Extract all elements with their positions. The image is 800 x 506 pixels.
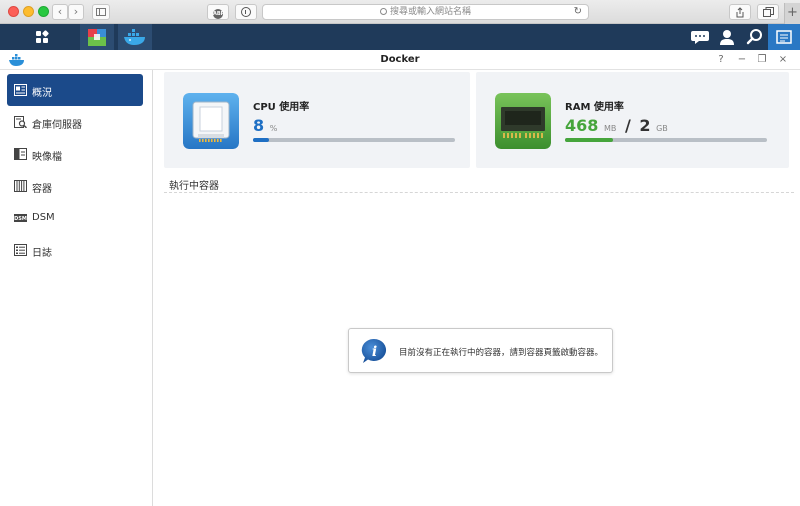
package-center-icon xyxy=(88,29,106,46)
search-icon xyxy=(379,8,387,15)
address-bar[interactable]: 搜尋或輸入網站名稱 ↻ xyxy=(262,4,589,20)
show-tabs-button[interactable] xyxy=(757,4,779,20)
sidebar-item-log[interactable]: 日誌 xyxy=(7,234,143,266)
new-tab-button[interactable]: + xyxy=(784,3,800,24)
minimize-button[interactable]: − xyxy=(735,53,749,67)
ram-total-number: 2 xyxy=(639,116,651,135)
ram-separator: / xyxy=(624,116,631,135)
ram-usage-title: RAM 使用率 xyxy=(565,102,624,113)
empty-state-message: 目前沒有正在執行中的容器，請到容器頁籤啟動容器。 xyxy=(399,348,604,358)
docker-taskbar-button[interactable] xyxy=(118,24,152,50)
ram-usage-bar-fill xyxy=(565,138,614,142)
window-title-bar: Docker ? − ❐ × xyxy=(0,50,800,70)
zoom-window-button[interactable] xyxy=(38,6,49,17)
sidebar: 概況 倉庫伺服器 映像檔 容器 DSM DSM 日誌 xyxy=(0,70,153,506)
container-icon xyxy=(14,180,27,192)
cpu-usage-value: 8 % xyxy=(253,116,277,135)
ram-total-unit: GB xyxy=(656,124,668,133)
notifications-button[interactable] xyxy=(686,24,714,50)
widgets-button[interactable] xyxy=(768,24,800,50)
sidebar-item-overview[interactable]: 概況 xyxy=(7,74,143,106)
sidebar-item-label: 映像檔 xyxy=(32,152,62,163)
widgets-icon xyxy=(776,30,792,44)
cpu-chip-icon xyxy=(183,93,239,149)
sidebar-item-registry[interactable]: 倉庫伺服器 xyxy=(7,106,143,138)
info-icon: i xyxy=(361,338,387,363)
cpu-percent-number: 8 xyxy=(253,116,265,135)
app-grid-icon xyxy=(36,30,49,43)
sidebar-item-label: 日誌 xyxy=(32,248,52,259)
ram-usage-card: RAM 使用率 468 MB / 2 GB xyxy=(476,72,789,168)
dsm-taskbar xyxy=(0,24,800,50)
search-icon xyxy=(746,29,762,45)
svg-text:DSM: DSM xyxy=(14,216,27,222)
docker-whale-icon xyxy=(124,29,145,45)
share-icon xyxy=(736,7,744,18)
user-icon xyxy=(720,30,734,45)
sidebar-item-label: 容器 xyxy=(32,184,52,195)
back-button[interactable]: ‹ xyxy=(52,4,68,20)
address-placeholder: 搜尋或輸入網站名稱 xyxy=(389,7,471,17)
chevron-left-icon: ‹ xyxy=(57,5,63,18)
cpu-percent-unit: % xyxy=(269,124,278,133)
sidebar-item-label: 倉庫伺服器 xyxy=(32,120,82,131)
search-button[interactable] xyxy=(741,24,769,50)
sidebar-item-label: DSM xyxy=(32,212,55,223)
close-button[interactable]: × xyxy=(776,53,790,67)
close-window-button[interactable] xyxy=(8,6,19,17)
registry-search-icon xyxy=(14,116,27,128)
ram-used-number: 468 xyxy=(565,116,599,135)
sidebar-item-dsm[interactable]: DSM DSM xyxy=(7,202,143,234)
cpu-usage-card: CPU 使用率 8 % xyxy=(164,72,470,168)
restore-button[interactable]: ❐ xyxy=(755,53,769,67)
log-list-icon xyxy=(14,244,27,256)
image-file-icon xyxy=(14,148,27,160)
help-button[interactable]: ? xyxy=(714,53,728,67)
empty-state-notice: i 目前沒有正在執行中的容器，請到容器頁籤啟動容器。 xyxy=(348,328,613,373)
tabs-icon xyxy=(762,7,774,17)
overview-icon xyxy=(14,84,27,96)
ram-usage-value: 468 MB / 2 GB xyxy=(565,116,668,135)
cpu-usage-title: CPU 使用率 xyxy=(253,102,310,113)
sidebar-icon xyxy=(96,8,106,16)
package-center-taskbar-button[interactable] xyxy=(80,24,114,50)
share-button[interactable] xyxy=(729,4,751,20)
browser-toolbar: ‹ › ABP 搜尋或輸入網站名稱 ↻ + xyxy=(0,0,800,24)
dsm-icon: DSM xyxy=(14,214,27,222)
sidebar-toggle-button[interactable] xyxy=(92,4,110,20)
adblock-extension-button[interactable]: ABP xyxy=(207,4,229,20)
sidebar-item-images[interactable]: 映像檔 xyxy=(7,138,143,170)
user-menu-button[interactable] xyxy=(713,24,741,50)
cpu-usage-bar xyxy=(253,138,455,142)
window-title: Docker xyxy=(380,54,420,65)
reload-icon[interactable]: ↻ xyxy=(574,5,582,19)
svg-text:i: i xyxy=(372,344,377,360)
chevron-right-icon: › xyxy=(73,5,79,18)
password-extension-button[interactable] xyxy=(235,4,257,20)
section-divider xyxy=(164,192,794,193)
minimize-window-button[interactable] xyxy=(23,6,34,17)
sidebar-item-containers[interactable]: 容器 xyxy=(7,170,143,202)
sidebar-item-label: 概況 xyxy=(32,88,52,99)
cpu-usage-bar-fill xyxy=(253,138,270,142)
forward-button[interactable]: › xyxy=(68,4,84,20)
chat-bubble-icon xyxy=(691,31,709,44)
main-panel: CPU 使用率 8 % RAM 使用率 468 MB / 2 GB 執行中容器 … xyxy=(154,70,800,506)
ram-module-icon xyxy=(495,93,551,149)
ram-used-unit: MB xyxy=(603,124,617,133)
main-menu-button[interactable] xyxy=(28,24,58,50)
password-manager-icon xyxy=(241,7,251,17)
adblock-icon: ABP xyxy=(213,9,225,19)
running-containers-title: 執行中容器 xyxy=(169,181,219,192)
ram-usage-bar xyxy=(565,138,767,142)
